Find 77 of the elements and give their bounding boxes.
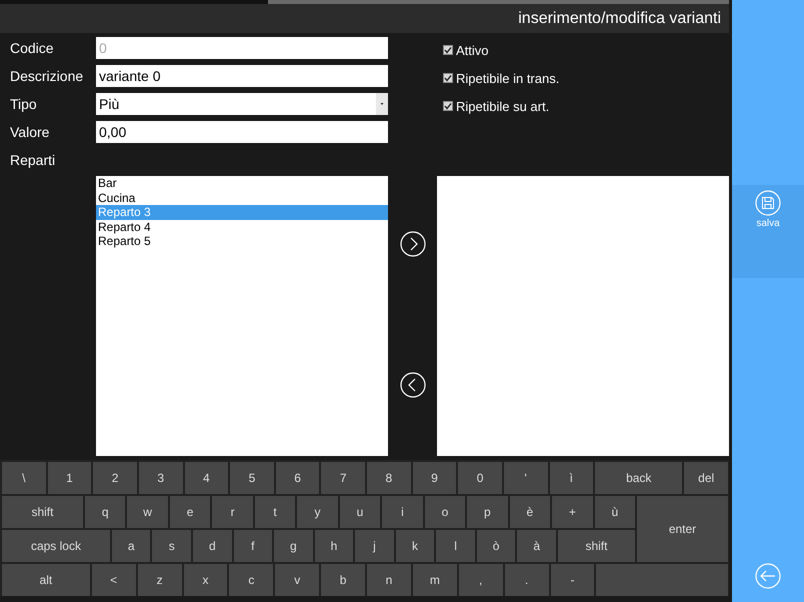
checkbox-label: Ripetibile in trans. (456, 70, 560, 86)
keyboard-key[interactable]: d (193, 530, 232, 562)
keyboard-key[interactable]: h (314, 530, 354, 562)
keyboard-key[interactable]: 0 (458, 462, 502, 494)
keyboard-key[interactable]: t (254, 496, 296, 528)
keyboard-key[interactable]: + (552, 496, 593, 528)
keyboard-key[interactable]: x (184, 564, 228, 596)
keyboard-key[interactable]: s (152, 530, 192, 562)
keyboard-key[interactable]: c (229, 564, 274, 596)
keyboard-key[interactable]: v (275, 564, 320, 596)
keyboard-key[interactable]: 5 (230, 462, 274, 494)
keyboard-key[interactable]: 1 (48, 462, 92, 494)
keyboard-key[interactable]: ' (504, 462, 548, 494)
field-label: Descrizione (10, 68, 84, 84)
keyboard-key[interactable]: w (127, 496, 168, 528)
keyboard-key[interactable]: caps lock (2, 530, 110, 562)
keyboard-key[interactable]: l (436, 530, 475, 562)
keyboard-key[interactable]: ù (594, 496, 636, 528)
keyboard-key[interactable]: i (382, 496, 423, 528)
keyboard-key[interactable]: a (112, 530, 150, 562)
checkbox-label: Attivo (456, 42, 489, 58)
keyboard-key[interactable]: . (504, 564, 548, 596)
keyboard-key[interactable]: alt (2, 564, 90, 596)
keyboard-key[interactable]: à (517, 530, 556, 562)
keyboard-key[interactable]: p (467, 496, 508, 528)
keyboard-key[interactable]: shift (558, 530, 636, 562)
keyboard-key[interactable]: , (458, 564, 503, 596)
field-label: Valore (10, 124, 50, 140)
dropdown-value: Più (99, 96, 120, 112)
keyboard-key[interactable]: ì (550, 462, 594, 494)
field-label: Codice (10, 40, 55, 56)
list-item[interactable]: Cucina (96, 190, 388, 206)
keyboard-key[interactable]: u (340, 496, 380, 528)
list-item[interactable]: Reparto 4 (96, 220, 388, 234)
keyboard-key[interactable]: q (84, 496, 126, 528)
dropdown-field[interactable]: Più (96, 93, 388, 115)
keyboard-key[interactable]: z (138, 564, 182, 596)
keyboard-key[interactable]: j (355, 530, 394, 562)
keyboard-key[interactable]: - (550, 564, 594, 596)
keyboard-key[interactable]: < (92, 564, 136, 596)
checkbox-label: Ripetibile su art. (456, 98, 550, 114)
keyboard-key[interactable]: y (297, 496, 338, 528)
keyboard-key[interactable]: enter (637, 496, 728, 562)
keyboard-key[interactable]: 2 (93, 462, 137, 494)
keyboard-key[interactable]: 9 (412, 462, 456, 494)
keyboard-key[interactable]: o (424, 496, 466, 528)
keyboard-key[interactable]: r (212, 496, 253, 528)
keyboard-key[interactable]: \ (2, 462, 46, 494)
keyboard-key[interactable]: m (412, 564, 457, 596)
keyboard-key[interactable]: f (234, 530, 272, 562)
input-field[interactable]: variante 0 (96, 65, 388, 87)
keyboard-key[interactable]: 6 (276, 462, 320, 494)
list-item[interactable]: Bar (96, 176, 388, 191)
keyboard-key[interactable]: del (684, 462, 728, 494)
checkbox[interactable] (443, 73, 453, 83)
checkbox[interactable] (443, 45, 453, 55)
floppy-disk-icon (755, 190, 781, 216)
section-label: Reparti (10, 152, 56, 168)
field-label: Tipo (10, 96, 38, 112)
keyboard-key[interactable]: ò (476, 530, 516, 562)
input-field[interactable]: 0,00 (96, 121, 388, 143)
input-field[interactable]: 0 (96, 37, 388, 59)
keyboard-key[interactable]: g (274, 530, 313, 562)
checkbox[interactable] (443, 101, 453, 111)
keyboard-key[interactable]: k (396, 530, 434, 562)
keyboard-key[interactable]: b (321, 564, 365, 596)
keyboard-key[interactable]: e (170, 496, 210, 528)
keyboard-key[interactable]: 4 (184, 462, 228, 494)
keyboard-key[interactable]: n (367, 564, 411, 596)
keyboard-key[interactable]: 7 (321, 462, 365, 494)
keyboard-key[interactable]: 3 (138, 462, 182, 494)
keyboard-key[interactable]: back (595, 462, 682, 494)
keyboard-key[interactable]: 8 (367, 462, 411, 494)
window-title: inserimento/modifica varianti (518, 10, 721, 28)
list-item[interactable]: Reparto 5 (96, 234, 388, 249)
keyboard-key[interactable]: è (510, 496, 550, 528)
keyboard-key[interactable]: shift (2, 496, 83, 528)
